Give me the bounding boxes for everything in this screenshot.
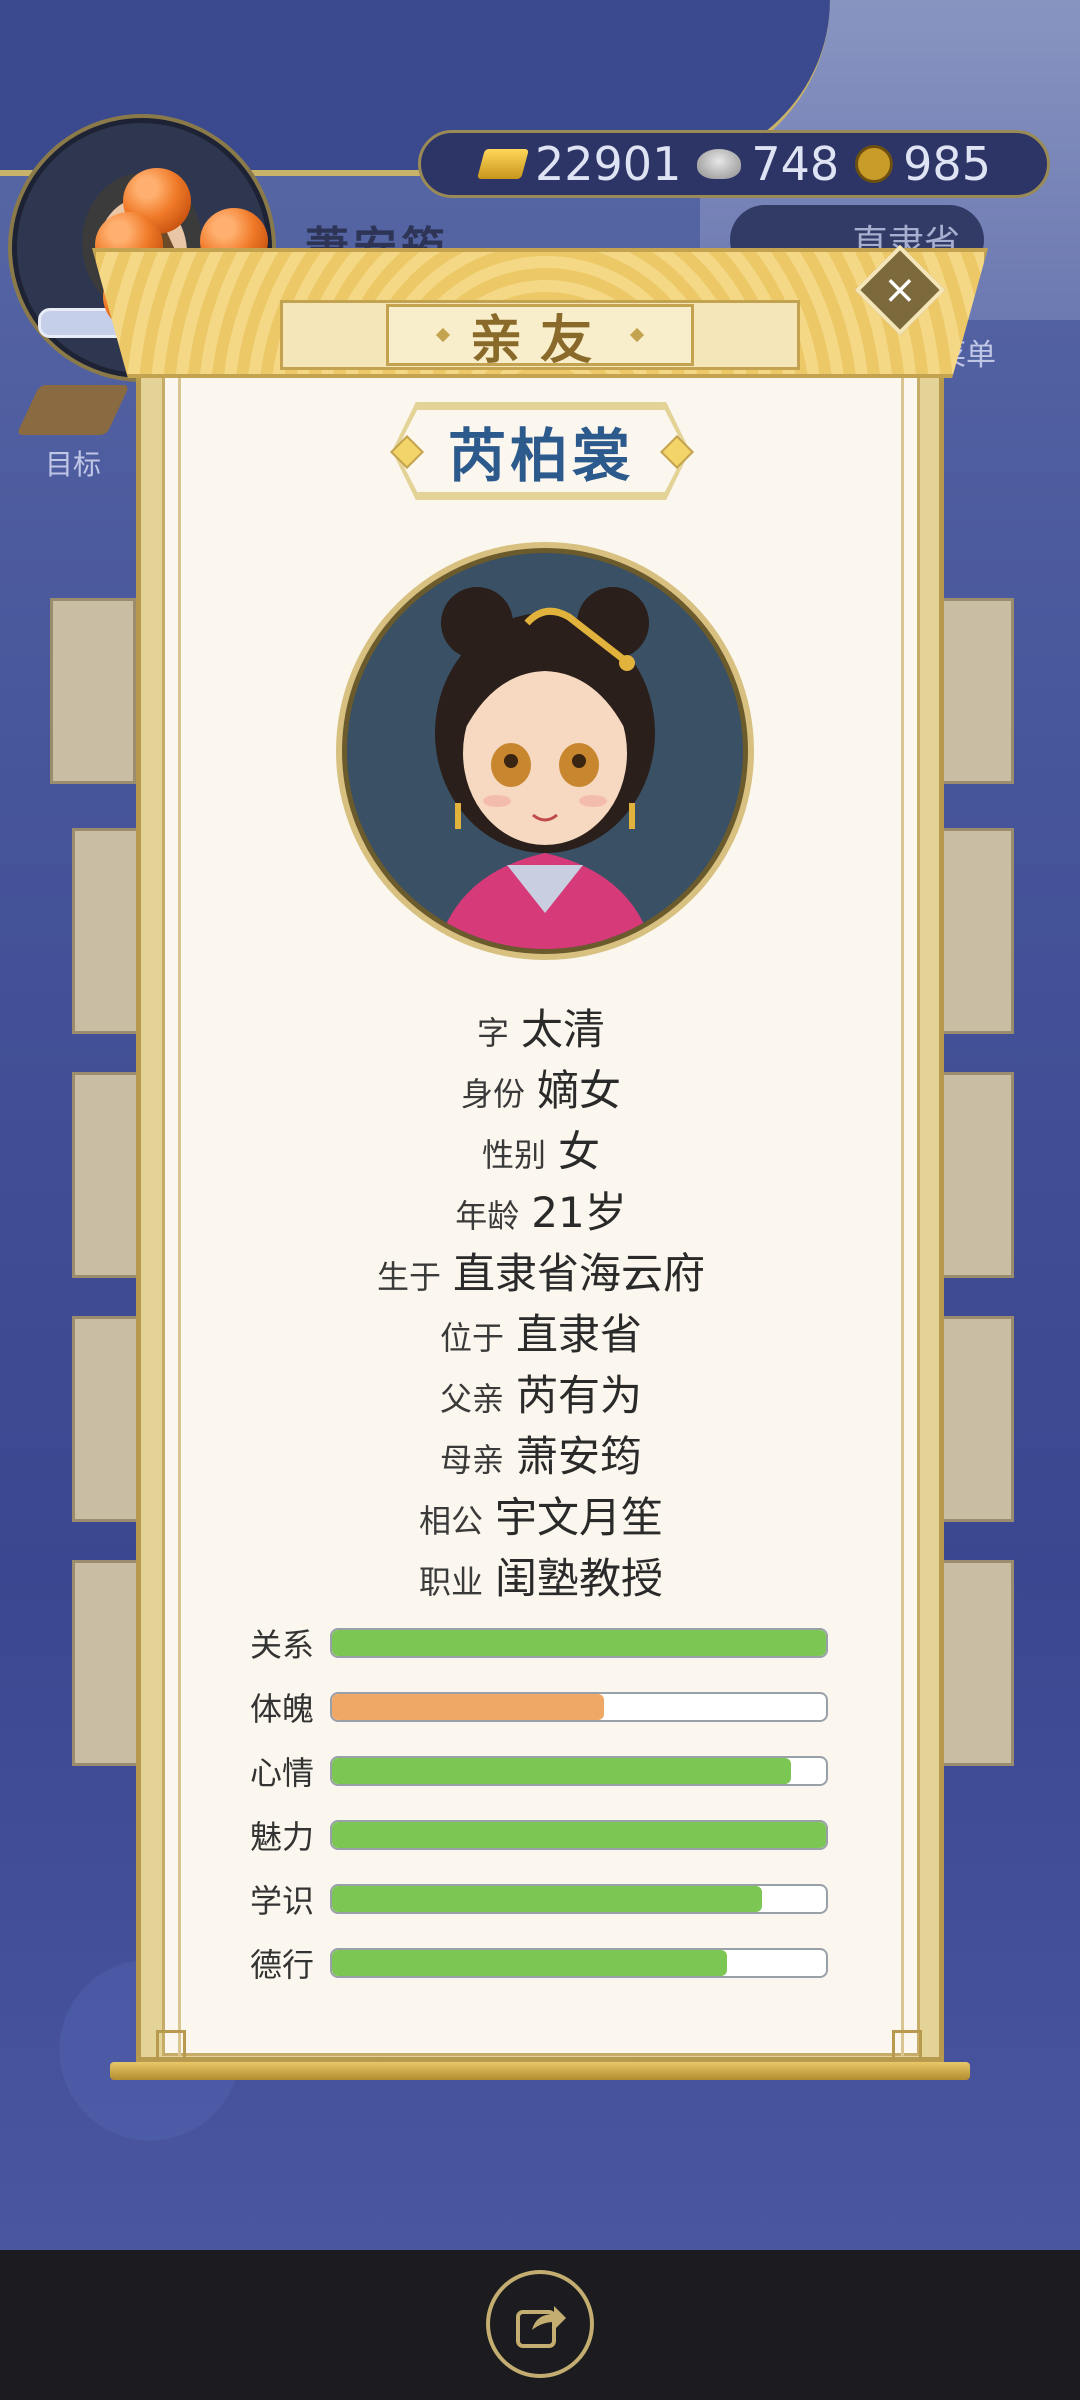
stat-row: 魅力 — [250, 1812, 828, 1858]
info-row: 生于 直隶省海云府 — [377, 1240, 705, 1301]
stat-fill — [332, 1886, 762, 1912]
info-value: 嫡女 — [537, 1066, 622, 1115]
corner-ornament — [156, 2030, 186, 2060]
info-row: 相公 宇文月笙 — [419, 1484, 663, 1545]
copper-coin-icon — [855, 145, 894, 183]
stat-fill — [332, 1630, 826, 1656]
corner-ornament — [892, 2030, 922, 2060]
info-value: 直隶省海云府 — [453, 1249, 706, 1298]
goal-label: 目标 — [44, 448, 101, 481]
info-label: 性别 — [481, 1136, 546, 1174]
stat-label: 学识 — [250, 1882, 315, 1920]
info-row: 职业 闺塾教授 — [419, 1545, 663, 1606]
info-row: 母亲 萧安筠 — [440, 1423, 642, 1484]
stat-label: 关系 — [250, 1626, 315, 1664]
character-portrait-icon — [435, 587, 655, 949]
name-plate: 芮柏裳 — [396, 406, 686, 496]
stat-row: 关系 — [250, 1620, 828, 1666]
share-icon — [516, 2306, 566, 2348]
stat-label: 心情 — [250, 1754, 315, 1792]
info-label: 身份 — [460, 1075, 525, 1113]
info-label: 母亲 — [439, 1441, 504, 1479]
share-button[interactable] — [486, 2270, 594, 2378]
coin-amount: 985 — [903, 137, 991, 191]
stat-row: 学识 — [250, 1876, 828, 1922]
info-value: 萧安筠 — [516, 1432, 643, 1481]
silver-amount: 748 — [751, 137, 840, 191]
info-value: 闺塾教授 — [495, 1554, 664, 1603]
stat-row: 德行 — [250, 1940, 828, 1986]
scroll-icon — [16, 385, 130, 435]
info-label: 相公 — [418, 1502, 483, 1540]
stat-track — [330, 1948, 828, 1978]
stat-label: 魅力 — [250, 1818, 315, 1856]
info-row: 性别 女 — [482, 1118, 600, 1179]
close-icon: × — [883, 266, 917, 313]
info-row: 年龄 21岁 — [455, 1179, 626, 1240]
stat-fill — [332, 1822, 826, 1848]
info-label: 职业 — [418, 1563, 483, 1601]
info-value: 直隶省 — [516, 1310, 643, 1359]
info-row: 位于 直隶省 — [440, 1301, 642, 1362]
silver-ingot-icon — [697, 149, 742, 179]
info-value: 芮有为 — [516, 1371, 643, 1420]
stat-label: 德行 — [250, 1946, 315, 1984]
stat-track — [330, 1884, 828, 1914]
info-label: 字 — [476, 1014, 509, 1052]
info-value: 太清 — [521, 1005, 606, 1054]
info-label: 生于 — [376, 1258, 441, 1296]
character-name: 芮柏裳 — [447, 422, 634, 490]
character-portrait — [342, 548, 748, 954]
gold-ingot-icon — [476, 149, 530, 179]
info-row: 身份 嫡女 — [461, 1057, 621, 1118]
stat-label: 体魄 — [250, 1690, 315, 1728]
stat-row: 心情 — [250, 1748, 828, 1794]
diamond-icon — [435, 327, 451, 343]
info-row: 字 太清 — [477, 996, 605, 1057]
stat-track — [330, 1628, 828, 1658]
info-value: 宇文月笙 — [495, 1493, 664, 1542]
stat-fill — [332, 1694, 604, 1720]
info-row: 父亲 芮有为 — [440, 1362, 642, 1423]
character-info: 字 太清 身份 嫡女 性别 女 年龄 21岁 生于 直隶省海云府 位于 直隶省 … — [162, 996, 920, 1606]
header-title-box: 亲友 — [386, 304, 694, 371]
currency-bar: 22901 748 985 — [418, 130, 1050, 198]
stat-row: 体魄 — [250, 1684, 828, 1730]
stat-track — [330, 1692, 828, 1722]
diamond-icon — [629, 327, 645, 343]
background-card — [50, 598, 136, 784]
stat-fill — [332, 1950, 728, 1976]
info-value: 21岁 — [531, 1188, 627, 1237]
info-label: 位于 — [439, 1319, 504, 1357]
stat-track — [330, 1820, 828, 1850]
stat-track — [330, 1756, 828, 1786]
goal-button[interactable]: 目标 — [16, 385, 130, 483]
modal-title: 亲友 — [469, 310, 610, 371]
stat-fill — [332, 1758, 792, 1784]
info-label: 年龄 — [455, 1197, 520, 1235]
info-value: 女 — [558, 1127, 601, 1176]
info-label: 父亲 — [439, 1380, 504, 1418]
scroll-rod — [110, 2062, 970, 2080]
gold-amount: 22901 — [535, 137, 682, 191]
